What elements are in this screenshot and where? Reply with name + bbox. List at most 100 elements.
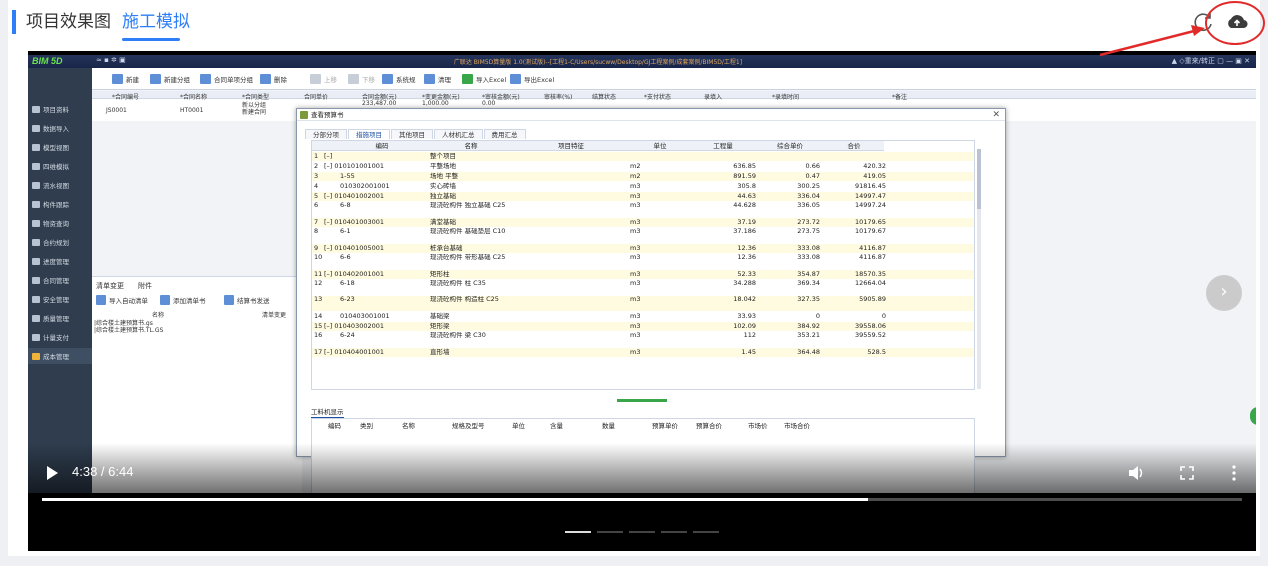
ribbon-button[interactable]: 合同单项分组 [200,72,253,86]
lower-grid-row[interactable]: |综合楼土建预算书.gs [94,318,153,327]
sidebar-item[interactable]: 成本管理 [28,348,92,364]
ribbon-button[interactable]: 上移 [310,72,337,86]
sidebar-item[interactable]: 进度管理 [28,253,92,269]
ribbon-button[interactable]: 删除 [260,72,287,86]
material-grid-header: 数量 [602,422,615,430]
total-cell: 10179.65 [854,218,886,226]
sidebar-item[interactable]: 合约规划 [28,234,92,250]
pager-dot[interactable] [661,531,687,533]
pager-dot[interactable] [565,531,591,533]
lower-toolbar-button[interactable]: 导入自动清单 [96,294,148,306]
dialog-tab[interactable]: 人材机汇总 [434,129,483,139]
sidebar-item-icon [32,352,40,360]
ribbon-button[interactable]: 导出Excel [510,72,554,86]
budget-grid-row[interactable]: 6 6-8 现浇砼构件 独立基础 C25 m3 44.628 336.05 14997.24 [312,202,974,217]
fullscreen-icon[interactable] [1179,465,1195,481]
dialog-tab[interactable]: 措施项目 [348,129,390,139]
name-cell: 现浇砼构件 构造柱 C25 [430,296,499,303]
sidebar-item[interactable]: 安全管理 [28,291,92,307]
budget-grid-row[interactable]: 3 1-55 场地 平整 m2 891.59 0.47 419.05 [312,172,974,181]
scroll-thumb [977,149,981,209]
ribbon-button[interactable]: 新建 [112,72,139,86]
budget-grid-row[interactable]: 2 [–] 010101001001 平整场地 m2 636.85 0.66 420.32 [312,162,974,171]
total-cell: 4116.87 [859,244,886,252]
unit-cell: m3 [630,296,641,303]
price-cell: 354.87 [797,270,820,278]
total-cell: 419.05 [863,172,886,180]
contract-grid-row[interactable]: 新以分组 233,487.00 1,000.00 0.00 [92,100,1256,109]
price-cell: 333.08 [797,254,820,261]
budget-grid-row[interactable]: 4 010302001001 实心砖墙 m3 305.8 300.25 91816.45 [312,182,974,191]
price-cell: 273.75 [797,228,820,235]
sidebar-item-icon [32,181,40,189]
sidebar-item[interactable]: 物资查询 [28,215,92,231]
pager-dot[interactable] [693,531,719,533]
budget-grid-header [312,141,334,151]
budget-grid-row[interactable]: 5 [–] 010401002001 独立基础 m3 44.63 336.04 14997.… [312,192,974,201]
video-player[interactable]: BIM 5D ≈ ▪ ✲ ▣ 广联达 BIM5D算量版 1.0(测试版)--[工… [28,51,1256,551]
sidebar-item[interactable]: 合同管理 [28,272,92,288]
budget-grid-row[interactable]: 7 [–] 010401003001 满堂基础 m3 37.19 273.72 10179.… [312,218,974,227]
pager-dot[interactable] [597,531,623,533]
sidebar-item[interactable]: 质量管理 [28,310,92,326]
ribbon-button[interactable]: 清理 [424,72,451,86]
budget-grid-row[interactable]: 1 [–] 整个项目 [312,152,974,161]
total-cell: 18570.35 [854,270,886,278]
ribbon-button[interactable]: 系统规 [382,72,416,86]
budget-grid-row[interactable]: 10 6-6 现浇砼构件 带形基础 C25 m3 12.36 333.08 4116.87 [312,254,974,269]
ribbon-button[interactable]: 下移 [348,72,375,86]
dialog-tab[interactable]: 费用汇总 [483,129,526,139]
budget-grid-row[interactable]: 16 6-24 现浇砼构件 梁 C30 m3 112 353.21 39559.52 [312,332,974,347]
unit-cell: m2 [630,172,641,180]
play-icon[interactable] [44,464,60,482]
sidebar-item[interactable]: 构件跟踪 [28,196,92,212]
sidebar-item[interactable]: 项目资料 [28,101,92,117]
tab-project-renderings[interactable]: 项目效果图 [26,10,111,34]
next-button[interactable]: › [1206,275,1242,311]
budget-grid-row[interactable]: 14 010403001001 基础梁 m3 33.93 0 0 [312,312,974,321]
name-cell: 现浇砼构件 独立基础 C25 [430,202,506,209]
budget-grid-row[interactable]: 13 6-23 现浇砼构件 构造柱 C25 m3 18.042 327.35 5905.89 [312,296,974,311]
dialog-app-icon [300,111,308,119]
ribbon-button[interactable]: 新建分组 [150,72,190,86]
app-ribbon: 新建 新建分组 合同单项分组 删除 上移 下移 系统规 清理 导入Excel 导出Excel [92,68,1256,90]
material-grid-header: 市场合价 [784,422,810,430]
dialog-tab[interactable]: 分部分项 [305,129,347,139]
volume-icon[interactable] [1128,465,1146,481]
sidebar-item[interactable]: 计量支付 [28,329,92,345]
sidebar-item[interactable]: 模型视图 [28,139,92,155]
contract-grid-cell: 1,000.00 [422,100,449,107]
budget-grid-row[interactable]: 11 [–] 010402001001 矩形柱 m3 52.33 354.87 18570.… [312,270,974,279]
ribbon-button-icon [260,74,271,84]
budget-grid-row[interactable]: 8 6-1 现浇砼构件 基础垫层 C10 m3 37.186 273.75 10179.67 [312,228,974,243]
dialog-title-text: 查看预算书 [311,111,344,119]
sidebar-item[interactable]: 四维模拟 [28,158,92,174]
lower-toolbar-button[interactable]: 添加清单书 [160,294,206,306]
unit-cell: m3 [630,192,641,200]
code-cell: 1-55 [340,172,355,180]
budget-grid-row[interactable]: 12 6-18 现浇砼构件 柱 C35 m3 34.288 369.34 12664.04 [312,280,974,295]
lower-toolbar-button[interactable]: 结算书发送 [224,294,270,306]
progress-bar[interactable] [42,498,1242,501]
tab-bar: 项目效果图 施工模拟 [8,0,1260,44]
dialog-tab[interactable]: 其他项目 [391,129,433,139]
more-options-icon[interactable] [1226,464,1242,482]
budget-grid-row[interactable]: 15 [–] 010403002001 矩形梁 m3 102.09 384.92 39558… [312,322,974,331]
lower-grid-row[interactable]: |综合楼土建预算书.TL.GS [94,325,163,334]
budget-grid-row[interactable]: 9 [–] 010401005001 桩承台基础 m3 12.36 333.08 4116.… [312,244,974,253]
code-cell: 6-18 [340,280,355,287]
sidebar-item-label: 模型视图 [43,144,69,152]
code-cell: 6-8 [340,202,351,209]
sidebar-item[interactable]: 流水视图 [28,177,92,193]
budget-grid-header: 单位 [630,141,690,151]
total-cell: 420.32 [863,162,886,170]
sidebar-item[interactable]: 数据导入 [28,120,92,136]
tab-construction-simulation[interactable]: 施工模拟 [122,10,190,34]
window-controls: ▲ ◇重来/转正 ▢ — ▣ ✕ [1171,57,1250,65]
controls-gradient [28,443,1256,501]
lower-toolbar-label: 导入自动清单 [109,297,148,305]
budget-grid-row[interactable]: 17 [–] 010404001001 直形墙 m3 1.45 364.48 528.5 [312,348,974,357]
pager-dot[interactable] [629,531,655,533]
active-tab-underline [122,38,180,41]
ribbon-button[interactable]: 导入Excel [462,72,506,86]
